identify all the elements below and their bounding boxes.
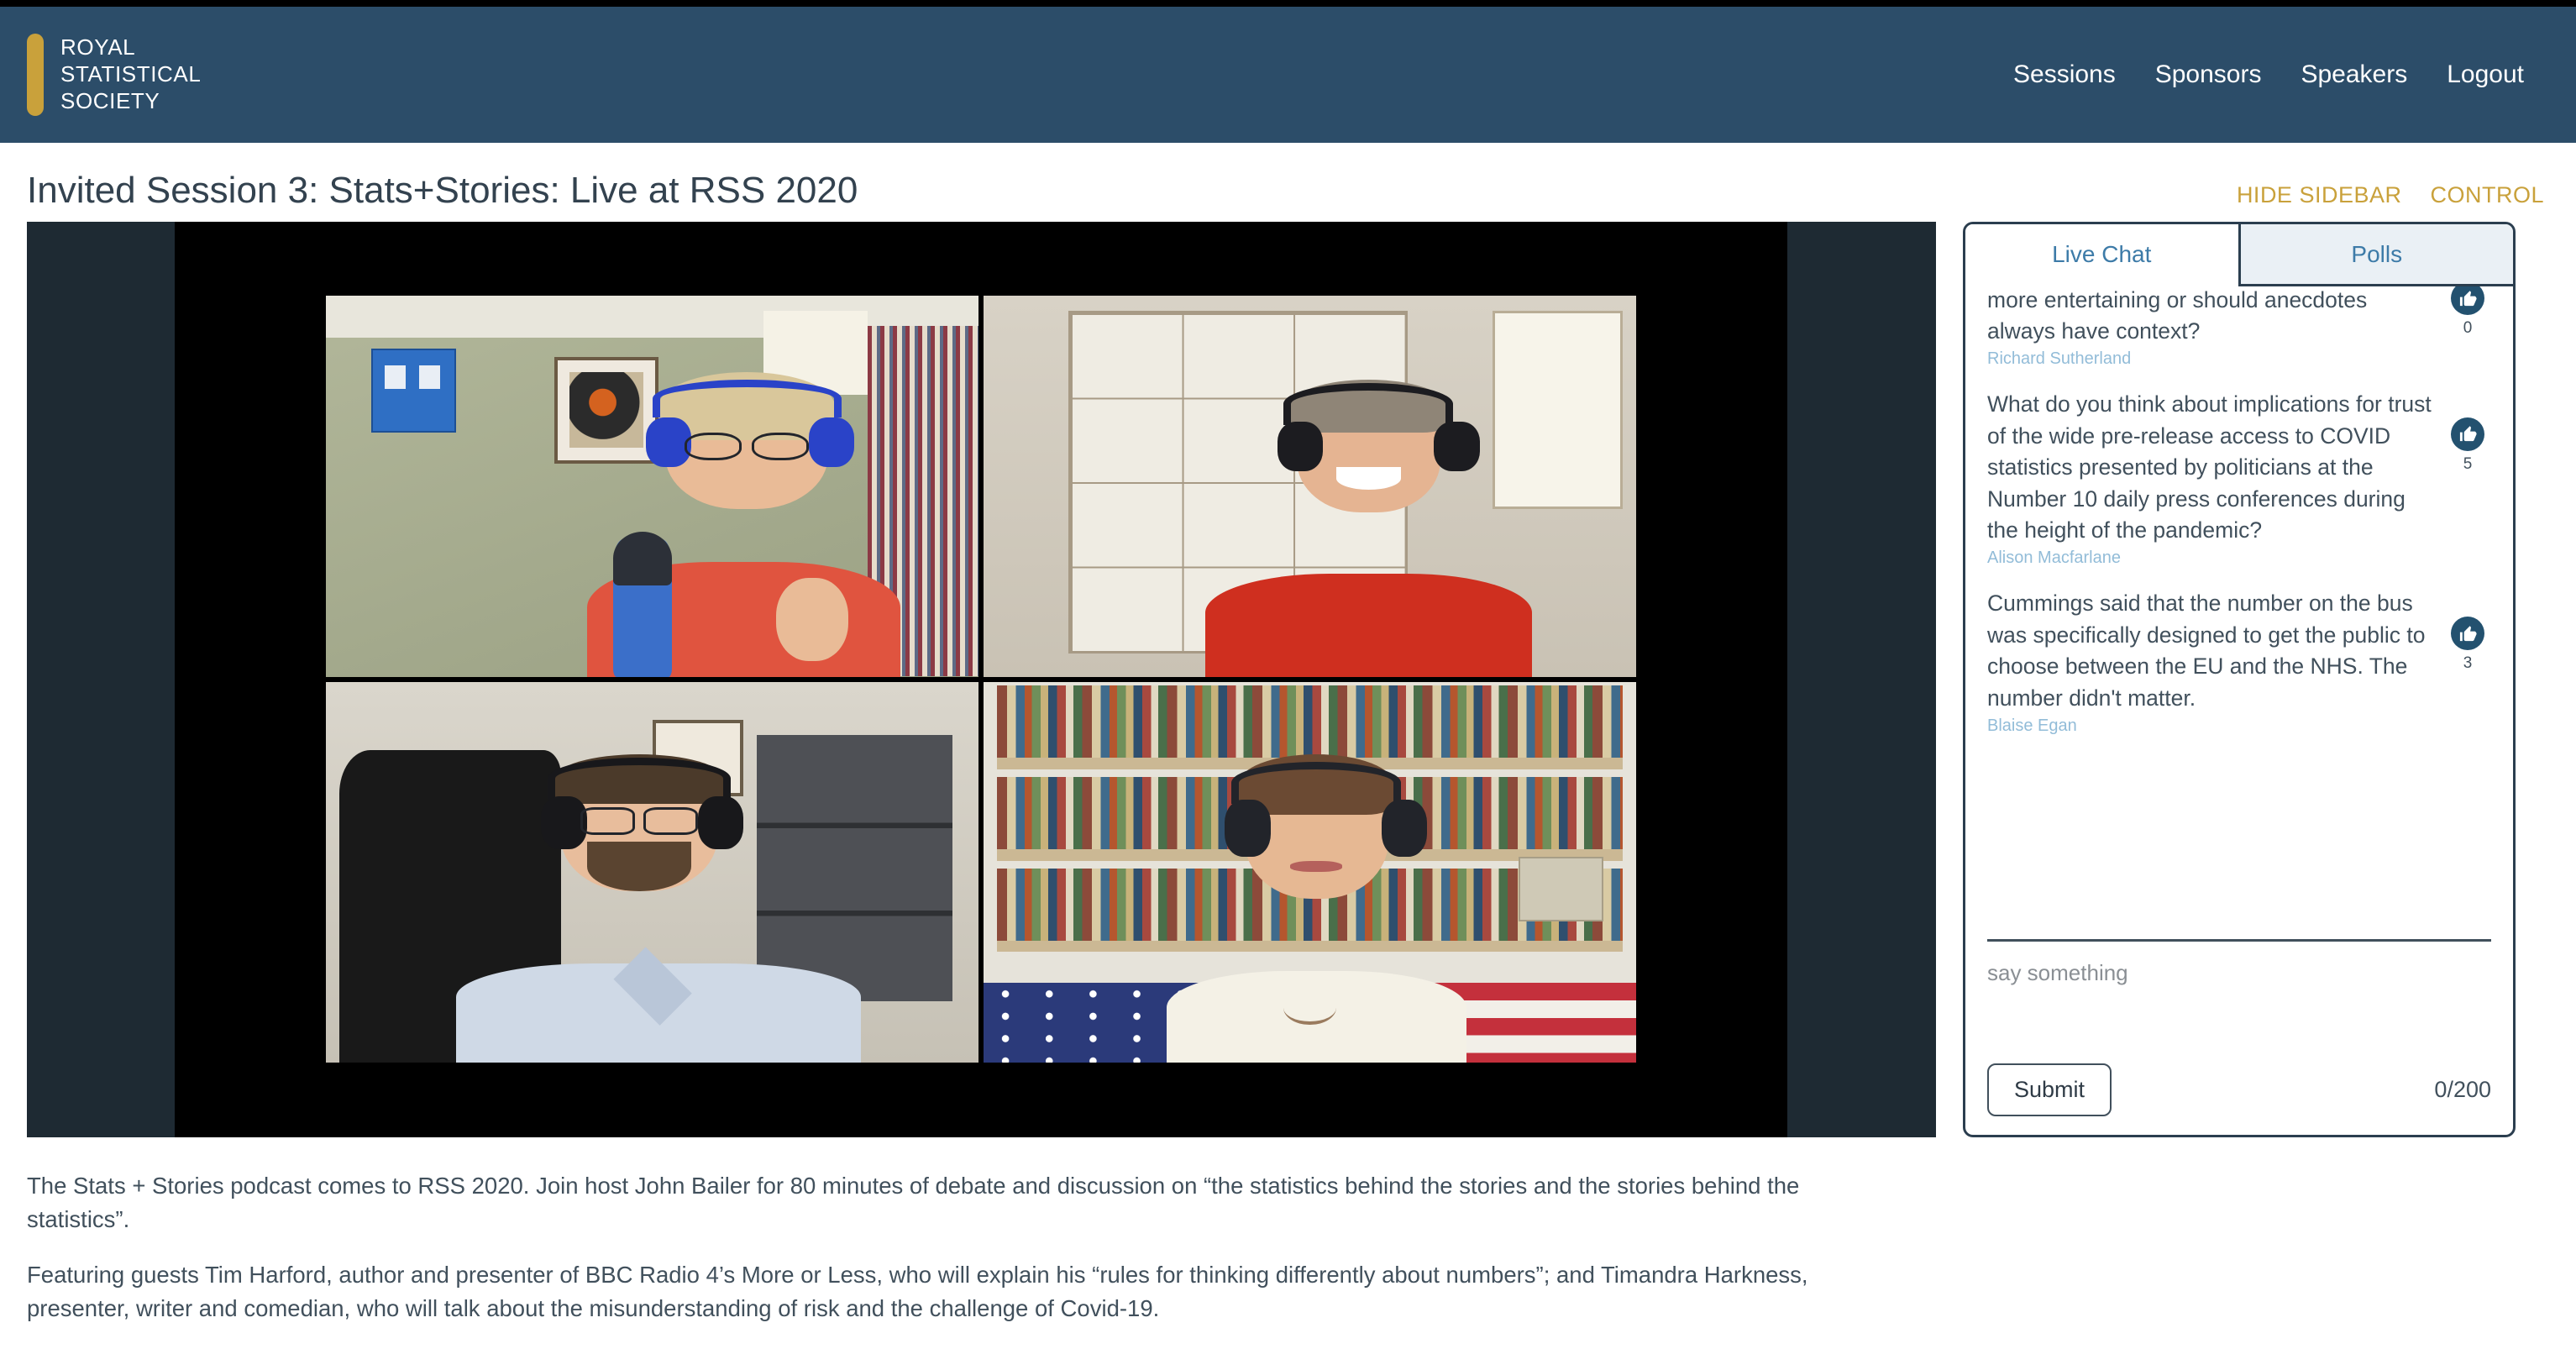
vote-count: 5 (2463, 454, 2473, 473)
session-description: The Stats + Stories podcast comes to RSS… (0, 1137, 1923, 1326)
logo-wordmark: ROYAL STATISTICAL SOCIETY (60, 34, 201, 114)
glasses-icon (580, 807, 698, 836)
participant-video-bottom-right (984, 681, 1636, 1063)
tab-polls[interactable]: Polls (2238, 224, 2513, 286)
person-beard (586, 841, 692, 891)
chat-message: public perception. Should official stats… (1987, 286, 2491, 377)
thumbs-up-icon[interactable] (2451, 286, 2484, 315)
site-header: ROYAL STATISTICAL SOCIETY Sessions Spons… (0, 7, 2576, 143)
title-row: Invited Session 3: Stats+Stories: Live a… (0, 143, 2576, 222)
participant-tile-bottom-left[interactable] (326, 681, 978, 1063)
chat-input[interactable] (1987, 958, 2491, 1051)
thumbs-up-icon[interactable] (2451, 417, 2484, 451)
person-lips (1290, 860, 1343, 873)
scene-picture-frame (553, 356, 659, 464)
scene-books-row-1 (996, 685, 1624, 758)
participant-video-bottom-left (326, 681, 978, 1063)
chat-compose-row: Submit 0/200 (1987, 1063, 2491, 1116)
scene-window (1493, 311, 1624, 509)
chat-message-text: Cummings said that the number on the bus… (1987, 591, 2426, 711)
chat-message-body: Cummings said that the number on the bus… (1987, 588, 2432, 736)
chat-message-body: public perception. Should official stats… (1987, 286, 2432, 369)
chat-message: What do you think about implications for… (1987, 377, 2491, 576)
headphones-band-icon (1283, 383, 1454, 426)
nav-item-sessions[interactable]: Sessions (2013, 60, 2116, 89)
glasses-icon (685, 433, 809, 461)
chat-message-text: What do you think about implications for… (1987, 391, 2432, 543)
participant-tile-bottom-right[interactable] (984, 681, 1636, 1063)
submit-button[interactable]: Submit (1987, 1063, 2112, 1116)
headphone-right (808, 417, 855, 468)
person-necklace (1283, 990, 1336, 1025)
microphone-head (612, 532, 672, 585)
participant-grid (175, 296, 1787, 1063)
scene-storage-box (1519, 857, 1604, 922)
main-navigation: Sessions Sponsors Speakers Logout (2013, 60, 2524, 89)
participant-tile-top-right[interactable] (984, 296, 1636, 677)
chat-message: Cummings said that the number on the bus… (1987, 576, 2491, 744)
chat-message-vote: 5 (2444, 389, 2491, 474)
person-hand (776, 577, 848, 662)
chat-message-author: Alison Macfarlane (1987, 549, 2121, 567)
scene-poster (371, 349, 457, 433)
description-paragraph-1: The Stats + Stories podcast comes to RSS… (27, 1173, 1800, 1233)
vote-count: 0 (2463, 319, 2473, 337)
video-player[interactable] (27, 222, 1936, 1137)
hide-sidebar-button[interactable]: HIDE SIDEBAR (2237, 182, 2402, 208)
nav-item-logout[interactable]: Logout (2447, 60, 2524, 89)
headphone-left (1277, 421, 1324, 471)
logo-line-1: ROYAL (60, 34, 136, 60)
headphone-right (697, 795, 744, 850)
participant-tile-top-left[interactable] (326, 296, 978, 677)
nav-item-speakers[interactable]: Speakers (2301, 60, 2407, 89)
chat-message-vote: 3 (2444, 588, 2491, 673)
chat-compose: Submit 0/200 (1987, 939, 2491, 1135)
logo-accent-bar (27, 34, 44, 116)
top-black-strip (0, 0, 2576, 7)
chat-message-author: Blaise Egan (1987, 716, 2077, 735)
rss-logo[interactable]: ROYAL STATISTICAL SOCIETY (27, 34, 201, 116)
chat-message-author: Richard Sutherland (1987, 349, 2132, 368)
chat-message-body: What do you think about implications for… (1987, 389, 2432, 568)
scene-shelf-3 (996, 940, 1624, 953)
thumbs-up-icon[interactable] (2451, 617, 2484, 650)
chat-message-text: public perception. Should official stats… (1987, 286, 2368, 344)
headphone-left (1225, 800, 1271, 858)
vote-count: 3 (2463, 654, 2473, 672)
scene-cabinet (756, 734, 952, 1002)
content-area: Live Chat Polls public perception. Shoul… (0, 222, 2576, 1137)
headphones-band-icon (652, 379, 842, 418)
description-paragraph-2: Featuring guests Tim Harford, author and… (27, 1262, 1808, 1322)
participant-video-top-left (326, 296, 978, 677)
chat-tabs: Live Chat Polls (1965, 224, 2513, 286)
chat-message-vote: 0 (2444, 286, 2491, 338)
tab-live-chat[interactable]: Live Chat (1965, 224, 2238, 286)
headphones-band-icon (548, 758, 731, 800)
title-actions: HIDE SIDEBAR CONTROL (2237, 182, 2544, 208)
chat-message-list[interactable]: public perception. Should official stats… (1965, 286, 2513, 939)
headphones-band-icon (1231, 761, 1402, 804)
chat-panel: Live Chat Polls public perception. Shoul… (1963, 222, 2516, 1137)
page-title: Invited Session 3: Stats+Stories: Live a… (27, 170, 858, 211)
logo-line-2: STATISTICAL (60, 61, 202, 87)
headphone-right (1434, 421, 1480, 471)
logo-line-3: SOCIETY (60, 87, 160, 113)
participant-video-top-right (984, 296, 1636, 677)
character-counter: 0/200 (2434, 1077, 2491, 1102)
person-torso (1205, 574, 1532, 677)
nav-item-sponsors[interactable]: Sponsors (2155, 60, 2262, 89)
headphone-right (1381, 800, 1428, 858)
control-button[interactable]: CONTROL (2430, 182, 2544, 208)
